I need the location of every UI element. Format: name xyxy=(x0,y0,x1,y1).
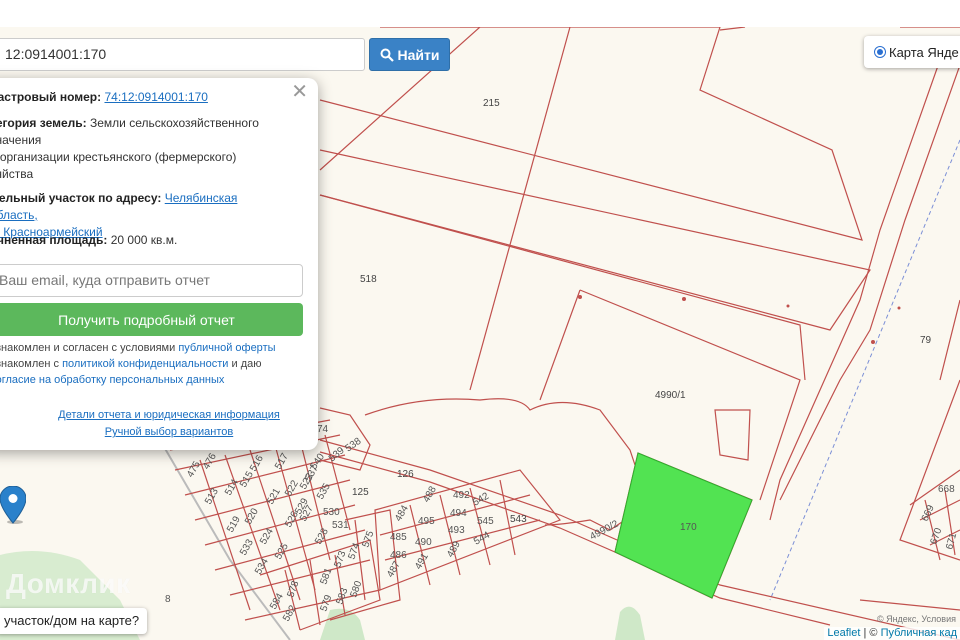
leaflet-link[interactable]: Leaflet xyxy=(827,627,860,639)
parcel-label-545: 545 xyxy=(477,516,494,527)
parcel-points xyxy=(578,295,901,344)
details-row: Детали отчета и юридическая информация xyxy=(0,409,338,421)
email-field[interactable]: Ваш email, куда отправить отчет xyxy=(0,264,303,297)
offer-link[interactable]: публичной оферты xyxy=(178,342,275,354)
agree-privacy-tail: и даю xyxy=(231,358,262,370)
get-report-button[interactable]: Получить подробный отчет xyxy=(0,303,303,336)
parcel-label-494: 494 xyxy=(450,508,467,519)
manual-row: Ручной выбор вариантов xyxy=(0,426,338,438)
parcel-label-543: 543 xyxy=(510,514,527,525)
area-row: очненная площадь: 20 000 кв.м. xyxy=(0,232,275,249)
parcel-label-531: 531 xyxy=(332,520,349,531)
parcel-label-584: 584 xyxy=(268,591,286,611)
category-value-line4: зяйства xyxy=(0,167,34,181)
parcel-label-518: 518 xyxy=(360,274,377,285)
category-row: тегория земель: Земли сельскохозяйственн… xyxy=(0,115,275,183)
parcel-label-487: 487 xyxy=(385,559,403,579)
parcel-label-583: 583 xyxy=(334,586,350,606)
parcel-label-669: 669 xyxy=(920,503,937,523)
public-cadastral-link[interactable]: Публичная кад xyxy=(881,627,957,639)
parcel-info-popup: ✕ дастровый номер: 74:12:0914001:170 тег… xyxy=(0,78,318,450)
radio-selected-icon[interactable] xyxy=(874,46,886,58)
find-parcel-question[interactable]: участок/дом на карте? xyxy=(0,608,148,634)
manual-choice-link[interactable]: Ручной выбор вариантов xyxy=(105,426,233,438)
yandex-attribution: © Яндекс, Условия xyxy=(876,614,956,624)
parcel-label-126: 126 xyxy=(397,469,414,480)
search-button[interactable]: Найти xyxy=(369,38,450,71)
parcel-label-533: 533 xyxy=(238,537,256,557)
category-value: Земли сельскохозяйственного xyxy=(89,116,259,130)
parcel-label-519: 519 xyxy=(225,514,243,534)
details-link[interactable]: Детали отчета и юридическая информация xyxy=(58,409,280,421)
parcel-label-517: 517 xyxy=(273,451,291,471)
parcel-label-492: 492 xyxy=(453,490,470,501)
agree-data-row[interactable]: согласие на обработку персональных данны… xyxy=(0,372,224,388)
parcel-label-484: 484 xyxy=(393,503,411,523)
parcel-label-524: 524 xyxy=(258,526,276,546)
domclick-watermark: Домклик xyxy=(6,568,131,599)
category-value-line2: значения xyxy=(0,133,42,147)
address-label: мельный участок по адресу: xyxy=(0,191,162,205)
parcel-label-535: 535 xyxy=(315,481,333,501)
area-label: очненная площадь: xyxy=(0,233,108,247)
parcel-label-485: 485 xyxy=(390,532,407,543)
parcel-label-530: 530 xyxy=(323,507,340,518)
search-icon xyxy=(380,48,394,62)
parcel-label-476: 476 xyxy=(201,451,219,471)
category-label: тегория земель: xyxy=(0,116,87,130)
parcel-label-582: 582 xyxy=(281,603,299,623)
parcel-label-521: 521 xyxy=(265,486,283,506)
agree-privacy-text: ознакомлен с xyxy=(0,358,60,370)
category-value-line3: я организации крестьянского (фермерского… xyxy=(0,150,237,164)
parcel-label-8: 8 xyxy=(165,594,171,605)
map-attribution: Leaflet | © Публичная кад xyxy=(824,627,960,640)
privacy-link[interactable]: политикой конфиденциальности xyxy=(62,358,228,370)
parcel-label-488: 488 xyxy=(421,484,439,504)
parcel-label-670: 670 xyxy=(928,526,944,546)
search-button-label: Найти xyxy=(397,46,440,63)
parcel-label-170: 170 xyxy=(680,522,697,533)
parcel-label-525: 525 xyxy=(273,541,291,561)
parcel-label-575: 575 xyxy=(360,529,376,549)
close-icon[interactable]: ✕ xyxy=(291,82,308,102)
parcel-label-528: 528 xyxy=(313,526,331,546)
personal-data-link[interactable]: согласие на обработку персональных данны… xyxy=(0,374,224,386)
cadastral-row: дастровый номер: 74:12:0914001:170 xyxy=(0,89,275,106)
parcel-label-668: 668 xyxy=(938,484,955,495)
layer-switcher[interactable]: Карта Янде xyxy=(864,36,960,68)
parcel-label-493: 493 xyxy=(448,525,465,536)
agree-privacy-row[interactable]: ознакомлен с политикой конфиденциальност… xyxy=(0,356,262,372)
parcel-label-491: 491 xyxy=(413,551,431,571)
search-input[interactable]: 12:0914001:170 xyxy=(0,38,365,71)
attribution-separator: | © xyxy=(863,627,878,639)
parcel-label-4990-1: 4990/1 xyxy=(655,390,686,401)
parcel-label-520: 520 xyxy=(243,506,261,526)
parcel-label-495: 495 xyxy=(418,516,435,527)
parcel-label-490: 490 xyxy=(415,537,432,548)
parcel-label-125: 125 xyxy=(352,487,369,498)
dashed-boundary xyxy=(769,139,960,601)
agree-offer-text: ознакомлен и согласен с условиями xyxy=(0,342,176,354)
parcel-label-215: 215 xyxy=(483,98,500,109)
agree-offer-row[interactable]: ознакомлен и согласен с условиями публич… xyxy=(0,340,276,356)
parcel-label-671: 671 xyxy=(944,531,959,550)
parcel-label-489: 489 xyxy=(445,539,463,559)
cadastral-link[interactable]: 74:12:0914001:170 xyxy=(104,90,207,104)
area-value: 20 000 кв.м. xyxy=(110,233,178,247)
parcel-label-544: 544 xyxy=(472,530,492,548)
parcel-label-516: 516 xyxy=(248,453,266,473)
parcel-label-79: 79 xyxy=(920,335,932,346)
cadastral-label: дастровый номер: xyxy=(0,90,102,104)
location-marker-icon[interactable] xyxy=(0,486,26,524)
parcel-label-522: 522 xyxy=(283,478,301,498)
vegetation-area-2 xyxy=(615,606,645,640)
layer-label: Карта Янде xyxy=(889,44,959,60)
